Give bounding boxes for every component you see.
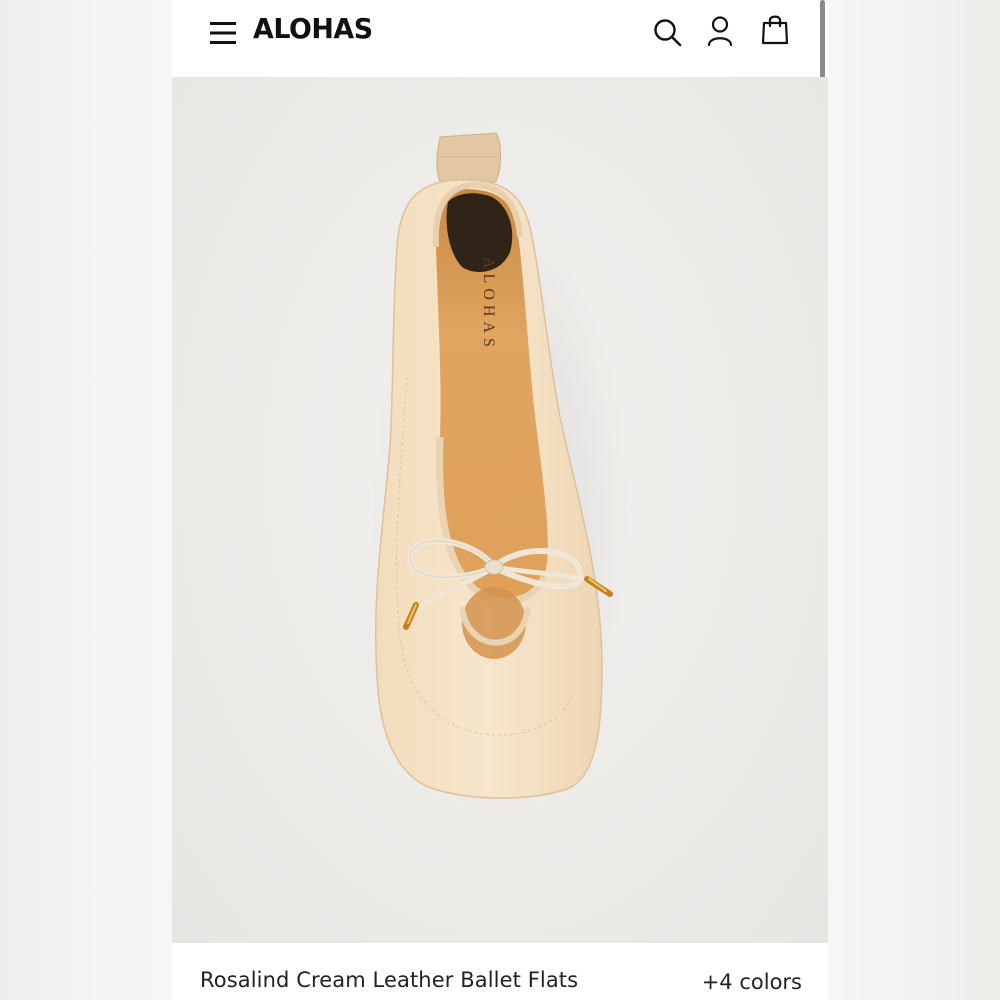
hamburger-menu-icon[interactable]	[208, 18, 238, 48]
site-header: ALOHAS	[172, 0, 828, 88]
product-image[interactable]: ALOHAS	[172, 77, 828, 943]
scrollbar-thumb[interactable]	[820, 0, 825, 88]
account-icon[interactable]	[706, 15, 734, 47]
color-count[interactable]: +4 colors	[702, 970, 802, 994]
ballet-flat-illustration: ALOHAS	[370, 132, 630, 817]
insole-brand-text: ALOHAS	[480, 257, 497, 352]
shopping-bag-icon[interactable]	[761, 14, 789, 46]
search-icon[interactable]	[652, 17, 682, 47]
product-info-row[interactable]: Rosalind Cream Leather Ballet Flats +4 c…	[172, 943, 828, 1000]
product-listing-page: ALOHAS ALOHAS Rosalind Cream Leather Bal…	[172, 0, 828, 1000]
product-name[interactable]: Rosalind Cream Leather Ballet Flats	[200, 968, 578, 992]
brand-logo[interactable]: ALOHAS	[253, 12, 373, 45]
